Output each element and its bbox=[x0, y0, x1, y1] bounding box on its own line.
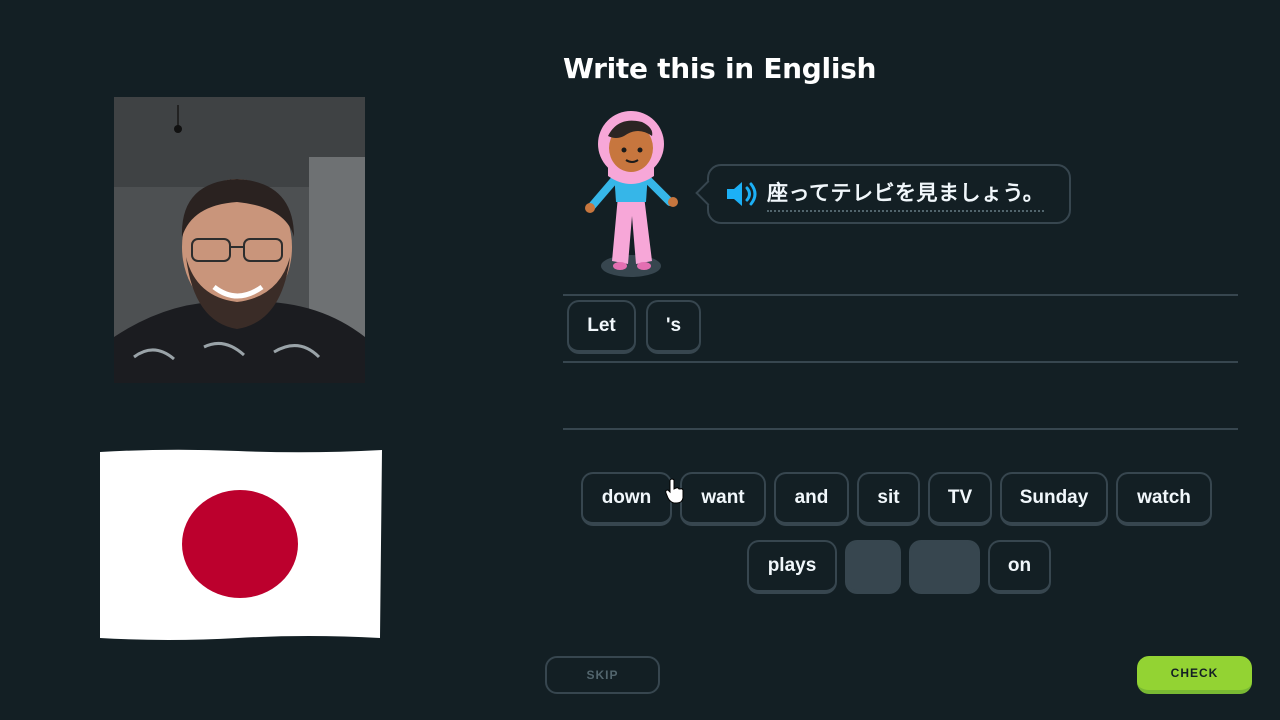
word-tile-watch[interactable]: watch bbox=[1116, 472, 1212, 526]
prompt-sentence[interactable]: 座ってテレビを見ましょう。 bbox=[767, 177, 1045, 212]
exercise-heading: Write this in English bbox=[563, 52, 877, 85]
lesson-screen: Write this in English 座ってテレビを見ましょう。 Let … bbox=[0, 0, 1280, 720]
japan-flag bbox=[98, 448, 384, 648]
word-tile-want[interactable]: want bbox=[680, 472, 766, 526]
word-tile-used-slot bbox=[845, 540, 901, 594]
answer-line-middle bbox=[563, 361, 1238, 363]
word-tile-down[interactable]: down bbox=[581, 472, 672, 526]
webcam-feed bbox=[114, 97, 365, 383]
speaker-icon[interactable] bbox=[725, 180, 759, 208]
answer-line-top bbox=[563, 294, 1238, 296]
answer-tile[interactable]: 's bbox=[646, 300, 701, 354]
hand-cursor-icon bbox=[665, 478, 684, 504]
prompt-speech-bubble: 座ってテレビを見ましょう。 bbox=[707, 164, 1071, 224]
character-illustration bbox=[578, 106, 686, 286]
word-tile-sit[interactable]: sit bbox=[857, 472, 920, 526]
word-tile-used-slot bbox=[909, 540, 980, 594]
word-tile-plays[interactable]: plays bbox=[747, 540, 837, 594]
answer-line-bottom bbox=[563, 428, 1238, 430]
answer-tile[interactable]: Let bbox=[567, 300, 636, 354]
word-tile-on[interactable]: on bbox=[988, 540, 1051, 594]
word-tile-and[interactable]: and bbox=[774, 472, 849, 526]
answer-area: Let 's bbox=[567, 300, 701, 354]
check-button[interactable]: CHECK bbox=[1137, 656, 1252, 694]
skip-button[interactable]: SKIP bbox=[545, 656, 660, 694]
word-bank-row: plays on bbox=[747, 540, 1051, 594]
word-tile-sunday[interactable]: Sunday bbox=[1000, 472, 1108, 526]
word-tile-tv[interactable]: TV bbox=[928, 472, 992, 526]
